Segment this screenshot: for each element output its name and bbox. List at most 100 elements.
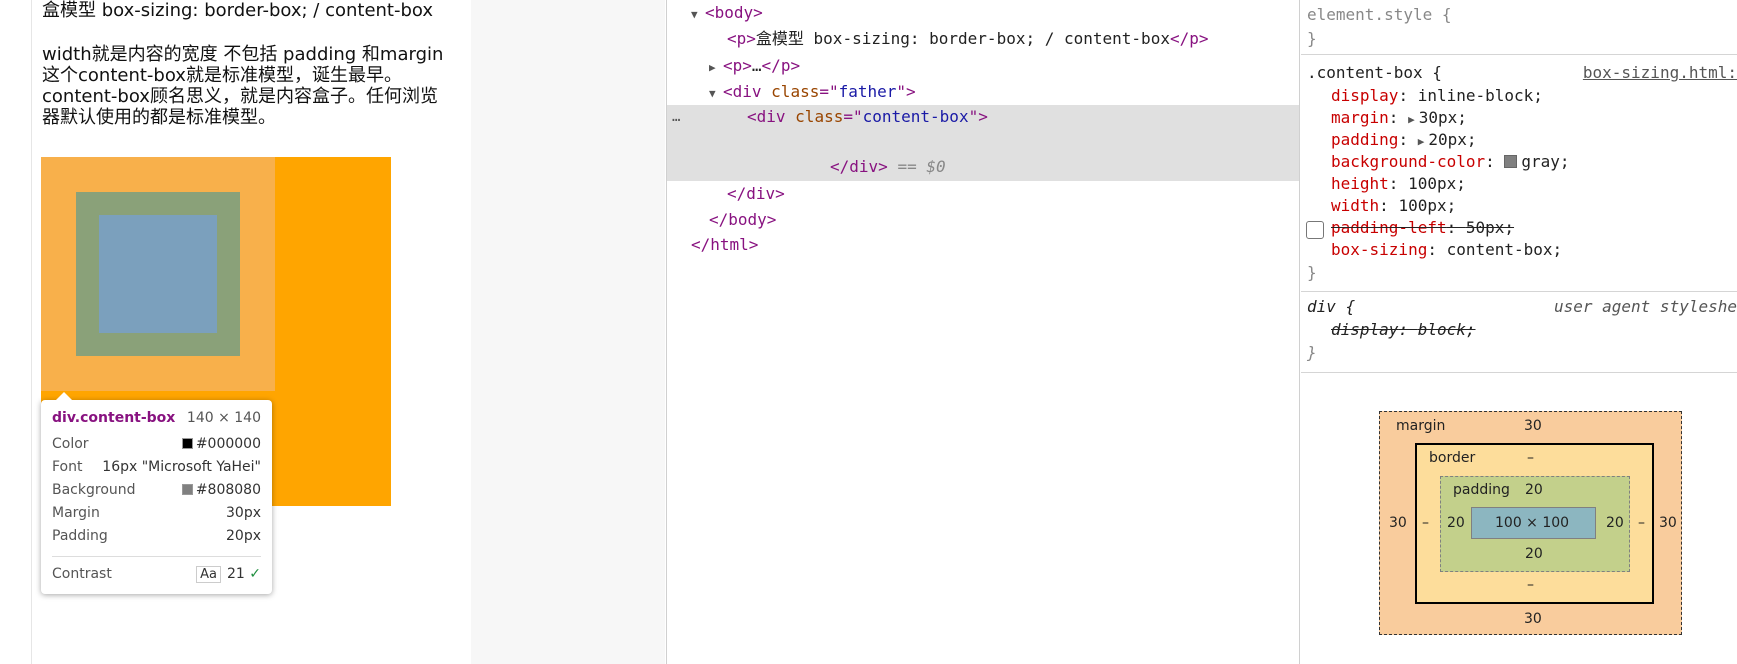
prop-name: height (1331, 174, 1389, 193)
dom-node-father[interactable]: ▼ <div class="father"> (709, 80, 916, 104)
dom-node-p1[interactable]: <p>盒模型 box-sizing: border-box; / content… (727, 27, 1209, 51)
color-swatch-icon[interactable] (1504, 155, 1518, 168)
tooltip-value: Aa 21 ✓ (196, 566, 261, 583)
tooltip-row-contrast: Contrast Aa 21 ✓ (52, 566, 261, 584)
contrast-aa-badge: Aa (196, 566, 221, 583)
css-prop-display-overridden[interactable]: display: block; (1331, 319, 1476, 341)
box-model-content-size[interactable]: 100 × 100 (1495, 515, 1569, 531)
css-prop-display[interactable]: display: inline-block; (1331, 85, 1543, 107)
color-swatch-icon (181, 484, 193, 495)
rule-close-brace: } (1307, 343, 1317, 362)
color-swatch-icon (181, 438, 193, 449)
prop-value: block; (1417, 320, 1476, 339)
viewport-empty-area (471, 0, 665, 664)
prop-value: 100px; (1398, 196, 1457, 215)
tooltip-value: #000000 (181, 436, 261, 452)
tooltip-value: 30px (226, 505, 261, 521)
css-prop-background-color[interactable]: background-color: gray; (1331, 151, 1570, 173)
tooltip-row-padding: Padding 20px (52, 528, 261, 546)
element-style-selector[interactable]: element.style { (1307, 4, 1452, 26)
tooltip-label: Margin (52, 505, 100, 521)
css-prop-width[interactable]: width: 100px; (1331, 195, 1456, 217)
check-icon: ✓ (249, 566, 261, 582)
box-model-margin-right[interactable]: 30 (1659, 515, 1677, 531)
prop-name: display (1331, 86, 1399, 105)
user-agent-div-rule: div { user agent styleshe display: block… (1301, 293, 1737, 373)
content-box-content-highlight[interactable] (99, 215, 217, 333)
selected-marker: == $0 (897, 157, 946, 176)
prop-value: inline-block; (1417, 86, 1543, 105)
prop-value: content-box; (1446, 240, 1563, 259)
elements-panel: ▼ <body> <p>盒模型 box-sizing: border-box; /… (666, 0, 1300, 664)
box-model-border-bottom[interactable]: – (1527, 577, 1534, 593)
tag-name: body (714, 3, 754, 22)
dom-node-html-close[interactable]: </html> (691, 233, 758, 257)
dom-node-content-box-selected[interactable]: … <div class="content-box"> </div> == $0 (667, 105, 1299, 181)
tooltip-label: Color (52, 436, 89, 452)
content-box-rule: .content-box { box-sizing.html: display:… (1301, 56, 1737, 292)
prop-value: 100px; (1408, 174, 1466, 193)
prop-value: 20px; (1428, 130, 1477, 149)
box-model-border-left[interactable]: – (1422, 515, 1429, 531)
prop-value: 50px; (1465, 218, 1515, 237)
css-prop-margin[interactable]: margin: ▶ 30px; (1331, 107, 1467, 129)
prop-name: background-color (1331, 152, 1486, 171)
tooltip-label: Padding (52, 528, 108, 544)
tooltip-arrow (55, 392, 73, 401)
expand-triangle-icon[interactable]: ▼ (709, 82, 723, 106)
dom-node-body-close[interactable]: </body> (709, 208, 776, 232)
tooltip-value: 16px "Microsoft YaHei" (102, 459, 261, 475)
user-agent-source: user agent styleshe (1553, 297, 1737, 316)
prop-value: 30px; (1418, 108, 1467, 127)
box-model-padding-bottom[interactable]: 20 (1525, 546, 1543, 562)
viewport-gutter (0, 0, 32, 664)
dom-text-node: 盒模型 box-sizing: border-box; / content-bo… (755, 29, 1170, 48)
tooltip-label: Background (52, 482, 136, 498)
tooltip-label: Font (52, 459, 83, 475)
css-prop-padding-left-disabled[interactable]: padding-left: 50px; (1331, 217, 1514, 239)
styles-panel: element.style { } .content-box { box-siz… (1301, 0, 1737, 664)
collapsed-ellipsis: … (751, 56, 762, 75)
contrast-ratio: 21 (226, 566, 245, 582)
box-model-border-right[interactable]: – (1638, 515, 1645, 531)
content-box-close-tag: </div> == $0 (830, 157, 946, 176)
disable-property-checkbox[interactable] (1306, 221, 1324, 239)
element-style-rule: element.style { } (1301, 0, 1737, 55)
rule-source-link[interactable]: box-sizing.html: (1583, 62, 1737, 84)
page-paragraph: width就是内容的宽度 不包括 padding 和margin 这个conte… (42, 44, 444, 128)
tooltip-row-color: Color #000000 (52, 436, 261, 454)
tooltip-element-size: 140 × 140 (186, 410, 261, 426)
rule-close-brace: } (1307, 29, 1317, 48)
more-actions-icon[interactable]: … (672, 105, 681, 129)
box-model-margin-bottom[interactable]: 30 (1524, 611, 1542, 627)
tooltip-value-text: #000000 (195, 436, 261, 452)
css-prop-height[interactable]: height: 100px; (1331, 173, 1466, 195)
tooltip-row-font: Font 16px "Microsoft YaHei" (52, 459, 261, 477)
expand-triangle-icon[interactable]: ▼ (691, 3, 705, 27)
tooltip-value: #808080 (181, 482, 261, 498)
expand-triangle-icon[interactable]: ▶ (1418, 135, 1425, 148)
box-model-padding-top[interactable]: 20 (1525, 482, 1543, 498)
rule-close-brace: } (1307, 263, 1317, 282)
rule-selector[interactable]: .content-box { (1307, 62, 1442, 84)
css-prop-box-sizing[interactable]: box-sizing: content-box; (1331, 239, 1562, 261)
prop-name: display (1331, 320, 1399, 339)
box-model-border-top[interactable]: – (1527, 450, 1534, 466)
dom-node-father-close[interactable]: </div> (727, 182, 785, 206)
dom-node-p2[interactable]: ▶ <p>…</p> (709, 54, 800, 78)
prop-name: padding-left (1331, 218, 1447, 237)
expand-triangle-icon[interactable]: ▶ (1408, 113, 1415, 126)
box-model-padding-right[interactable]: 20 (1606, 515, 1624, 531)
box-model-margin-label: margin (1396, 418, 1446, 434)
box-model-margin-left[interactable]: 30 (1389, 515, 1407, 531)
box-model-margin-top[interactable]: 30 (1524, 418, 1542, 434)
rule-selector[interactable]: div { (1307, 296, 1355, 318)
attr-value: content-box (862, 107, 969, 126)
tooltip-value: 20px (226, 528, 261, 544)
box-model-padding-left[interactable]: 20 (1447, 515, 1465, 531)
prop-name: box-sizing (1331, 240, 1428, 259)
css-prop-padding[interactable]: padding: ▶ 20px; (1331, 129, 1477, 151)
dom-node-body[interactable]: ▼ <body> (691, 1, 763, 25)
collapse-triangle-icon[interactable]: ▶ (709, 56, 723, 80)
tooltip-element-tag: div.content-box (52, 410, 176, 426)
